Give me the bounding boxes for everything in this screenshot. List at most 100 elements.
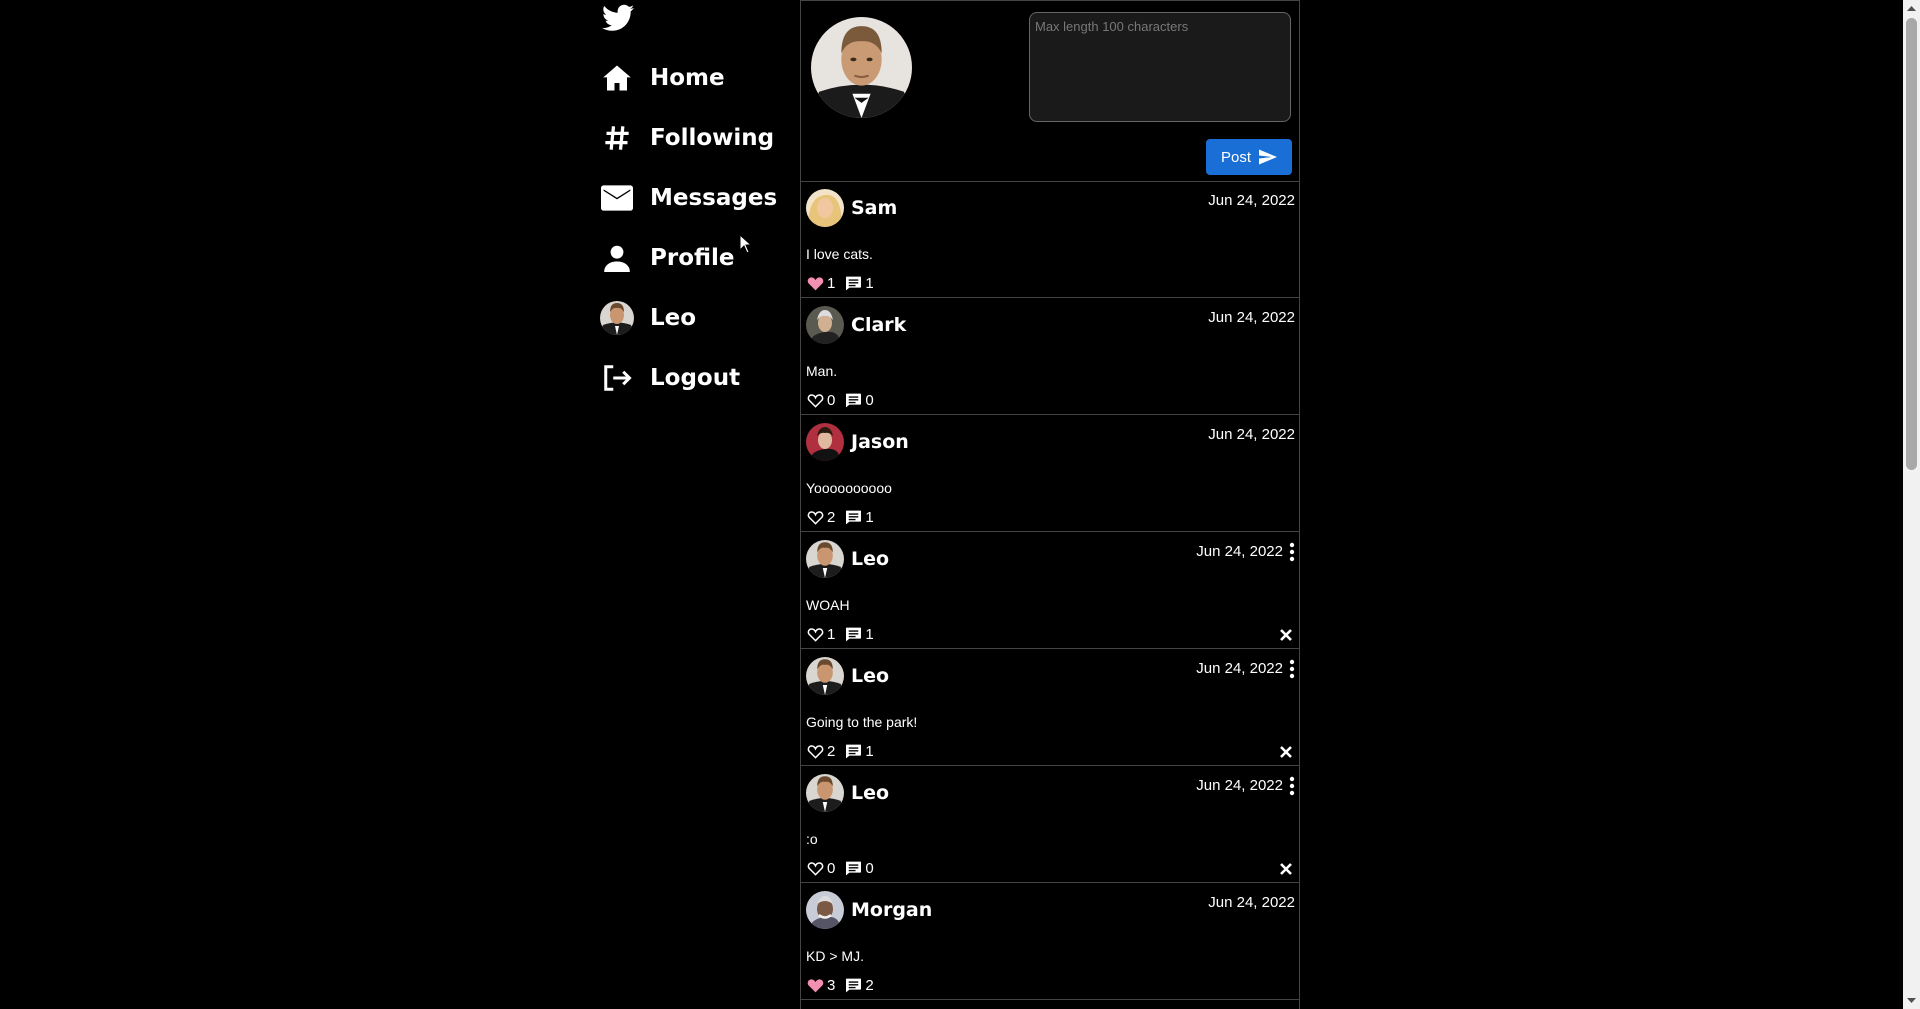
avatar[interactable] bbox=[806, 306, 844, 344]
comment-count: 0 bbox=[865, 392, 874, 409]
like-button[interactable]: 2 bbox=[807, 743, 835, 760]
avatar[interactable] bbox=[806, 423, 844, 461]
sidebar-item-home[interactable]: Home bbox=[600, 58, 725, 98]
comment-icon bbox=[846, 978, 862, 993]
vertical-scrollbar[interactable] bbox=[1903, 0, 1920, 1009]
avatar[interactable] bbox=[806, 774, 844, 812]
like-count: 2 bbox=[827, 743, 836, 760]
post-item[interactable]: Leo Jun 24, 2022 Going to the park! 2 1 bbox=[801, 649, 1299, 766]
mouse-cursor-icon bbox=[739, 234, 753, 254]
like-button[interactable]: 1 bbox=[807, 626, 835, 643]
post-text: KD > MJ. bbox=[806, 948, 864, 964]
post-actions: 0 0 bbox=[807, 392, 874, 409]
like-button[interactable]: 3 bbox=[807, 977, 835, 994]
sidebar-item-label: Following bbox=[650, 125, 775, 151]
like-button[interactable]: 0 bbox=[807, 860, 835, 877]
post-text: Man. bbox=[806, 363, 838, 379]
more-vertical-icon[interactable] bbox=[1289, 659, 1295, 679]
like-count: 1 bbox=[827, 626, 836, 643]
comment-icon bbox=[846, 510, 862, 525]
like-count: 1 bbox=[827, 275, 836, 292]
post-button[interactable]: Post bbox=[1206, 139, 1292, 175]
post-date: Jun 24, 2022 bbox=[1208, 894, 1295, 911]
comment-button[interactable]: 1 bbox=[845, 626, 874, 643]
comment-button[interactable]: 1 bbox=[845, 743, 874, 760]
heart-filled-icon bbox=[807, 277, 824, 291]
more-vertical-icon[interactable] bbox=[1289, 776, 1295, 796]
post-actions: 2 1 bbox=[807, 509, 874, 526]
more-vertical-icon[interactable] bbox=[1289, 542, 1295, 562]
sidebar-item-messages[interactable]: Messages bbox=[600, 178, 777, 218]
avatar bbox=[811, 17, 912, 118]
post-username[interactable]: Sam bbox=[851, 197, 897, 219]
sidebar-item-label: Profile bbox=[650, 245, 735, 271]
sidebar-item-logout[interactable]: Logout bbox=[600, 358, 740, 398]
hashtag-icon bbox=[600, 121, 634, 155]
sidebar-item-profile[interactable]: Profile bbox=[600, 238, 735, 278]
post-actions: 0 0 bbox=[807, 860, 874, 877]
post-username[interactable]: Jason bbox=[851, 431, 909, 453]
post-username[interactable]: Morgan bbox=[851, 899, 932, 921]
post-date: Jun 24, 2022 bbox=[1196, 777, 1283, 794]
send-icon bbox=[1259, 149, 1277, 165]
post-text: Yoooooooooo bbox=[806, 480, 892, 496]
comment-count: 0 bbox=[865, 860, 874, 877]
post-item[interactable]: Leo Jun 24, 2022 :o 0 0 bbox=[801, 766, 1299, 883]
twitter-bird-icon[interactable] bbox=[602, 4, 634, 32]
comment-button[interactable]: 1 bbox=[845, 275, 874, 292]
avatar[interactable] bbox=[806, 540, 844, 578]
post-date: Jun 24, 2022 bbox=[1196, 543, 1283, 560]
like-button[interactable]: 2 bbox=[807, 509, 835, 526]
post-username[interactable]: Leo bbox=[851, 548, 889, 570]
avatar[interactable] bbox=[806, 891, 844, 929]
comment-button[interactable]: 0 bbox=[845, 860, 874, 877]
post-username[interactable]: Clark bbox=[851, 314, 906, 336]
comment-icon bbox=[846, 861, 862, 876]
post-actions: 1 1 bbox=[807, 626, 874, 643]
heart-outline-icon bbox=[807, 511, 824, 525]
post-actions: 1 1 bbox=[807, 275, 874, 292]
sidebar-item-label: Home bbox=[650, 65, 725, 91]
post-username[interactable]: Leo bbox=[851, 665, 889, 687]
post-text-input[interactable] bbox=[1029, 12, 1291, 122]
post-text: WOAH bbox=[806, 597, 850, 613]
post-username[interactable]: Leo bbox=[851, 782, 889, 804]
scroll-down-arrow-icon[interactable] bbox=[1903, 992, 1920, 1009]
like-button[interactable]: 0 bbox=[807, 392, 835, 409]
like-count: 0 bbox=[827, 392, 836, 409]
post-date: Jun 24, 2022 bbox=[1208, 309, 1295, 326]
post-item[interactable]: Sam Jun 24, 2022 I love cats. 1 1 bbox=[801, 181, 1299, 298]
comment-count: 2 bbox=[865, 977, 874, 994]
scrollbar-thumb[interactable] bbox=[1906, 18, 1917, 470]
avatar bbox=[600, 301, 634, 335]
like-count: 0 bbox=[827, 860, 836, 877]
post-actions: 3 2 bbox=[807, 977, 874, 994]
comment-button[interactable]: 0 bbox=[845, 392, 874, 409]
close-icon[interactable] bbox=[1279, 745, 1293, 759]
post-date: Jun 24, 2022 bbox=[1208, 192, 1295, 209]
post-item[interactable]: Clark Jun 24, 2022 Man. 0 0 bbox=[801, 298, 1299, 415]
post-button-label: Post bbox=[1220, 148, 1251, 166]
like-count: 3 bbox=[827, 977, 836, 994]
like-button[interactable]: 1 bbox=[807, 275, 835, 292]
home-icon bbox=[600, 61, 634, 95]
comment-icon bbox=[846, 393, 862, 408]
post-actions: 2 1 bbox=[807, 743, 874, 760]
sidebar-item-user[interactable]: Leo bbox=[600, 298, 696, 338]
comment-button[interactable]: 2 bbox=[845, 977, 874, 994]
avatar[interactable] bbox=[806, 657, 844, 695]
sidebar-item-label: Messages bbox=[650, 185, 778, 211]
comment-button[interactable]: 1 bbox=[845, 509, 874, 526]
scroll-up-arrow-icon[interactable] bbox=[1903, 0, 1920, 17]
post-text: Going to the park! bbox=[806, 714, 918, 730]
post-item[interactable]: Jason Jun 24, 2022 Yoooooooooo 2 1 bbox=[801, 415, 1299, 532]
post-item[interactable]: Leo Jun 24, 2022 WOAH 1 1 bbox=[801, 532, 1299, 649]
close-icon[interactable] bbox=[1279, 862, 1293, 876]
comment-icon bbox=[846, 627, 862, 642]
close-icon[interactable] bbox=[1279, 628, 1293, 642]
avatar[interactable] bbox=[806, 189, 844, 227]
sidebar-item-following[interactable]: Following bbox=[600, 118, 774, 158]
post-item[interactable]: Morgan Jun 24, 2022 KD > MJ. 3 2 bbox=[801, 883, 1299, 1000]
heart-outline-icon bbox=[807, 394, 824, 408]
comment-count: 1 bbox=[865, 743, 874, 760]
